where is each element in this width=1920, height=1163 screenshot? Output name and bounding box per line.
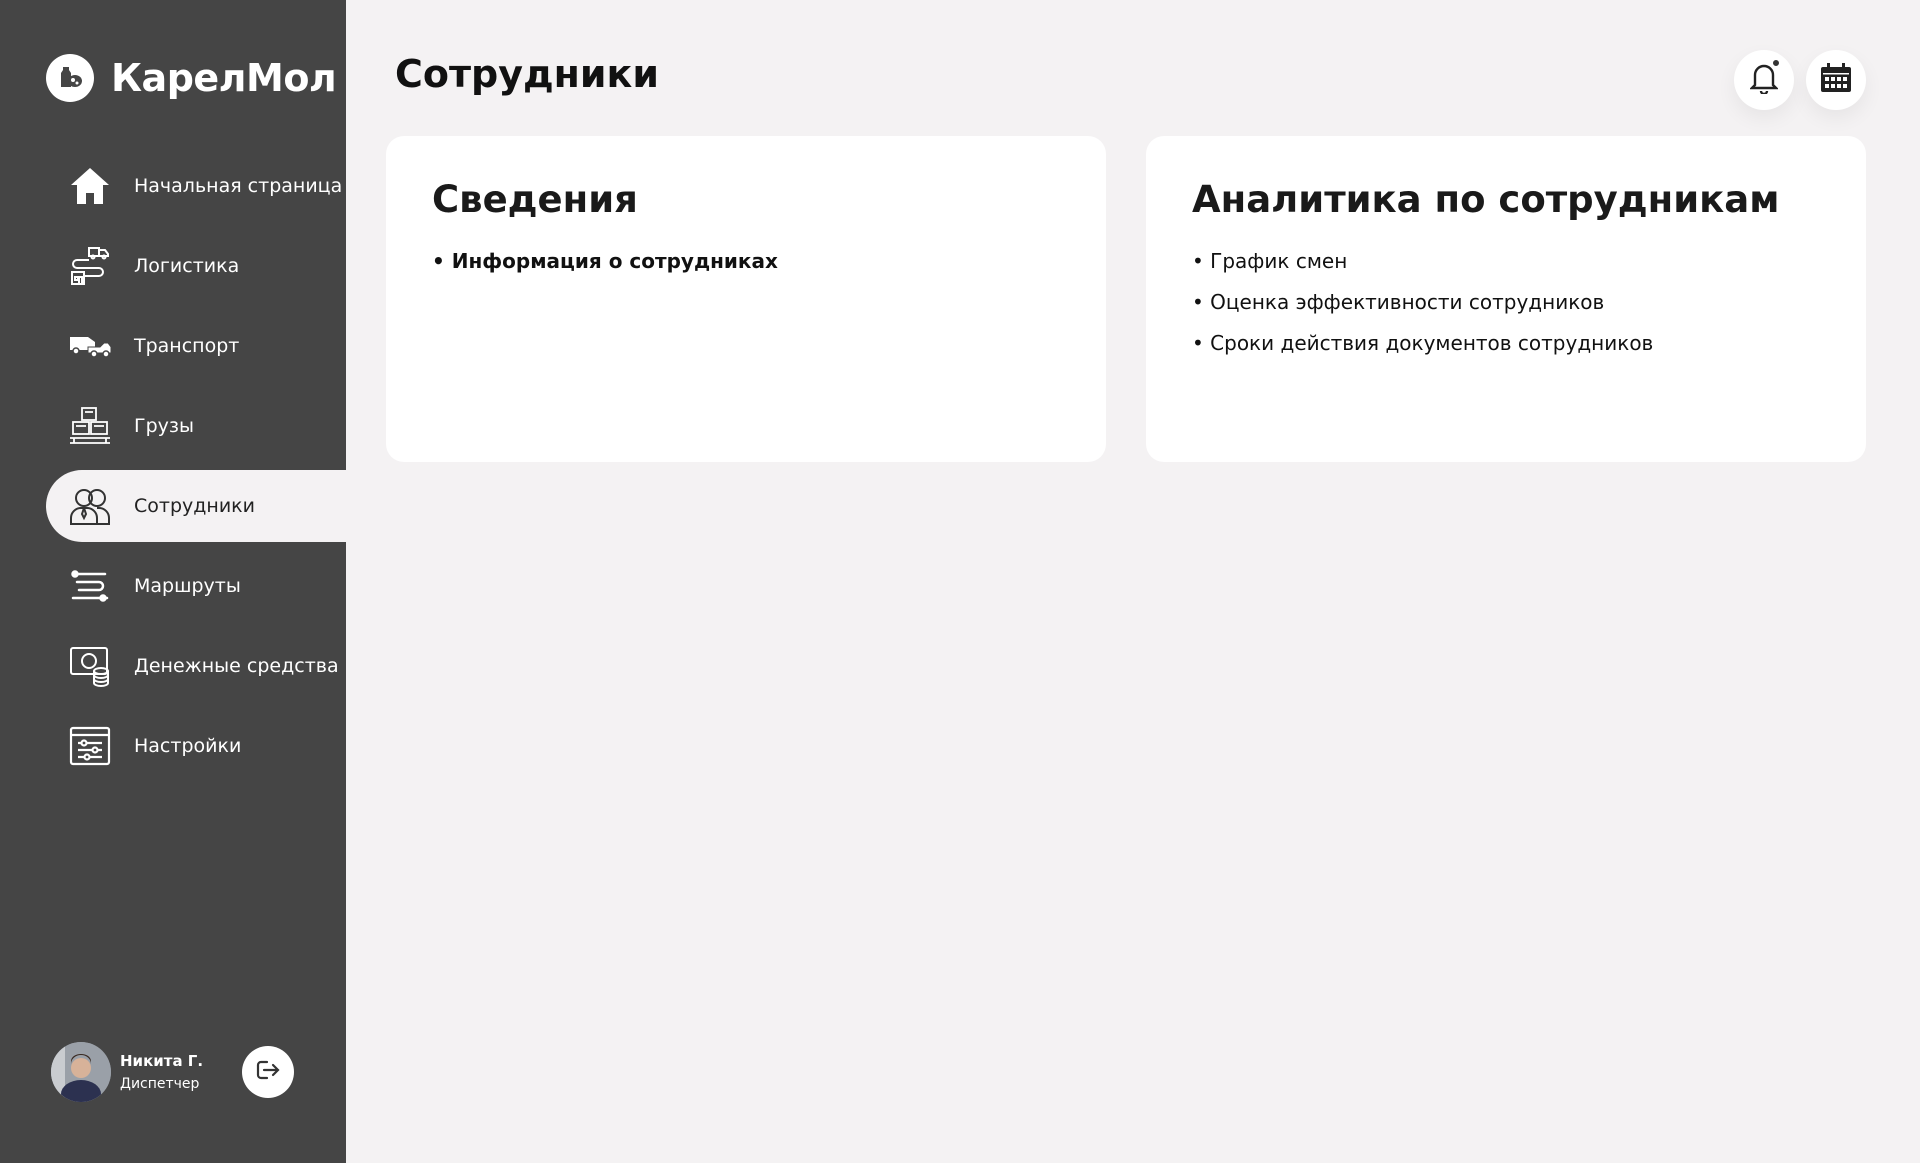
sidebar-item-label: Грузы xyxy=(134,415,194,437)
sidebar-item-label: Транспорт xyxy=(134,335,240,357)
employee-info-link[interactable]: Информация о сотрудниках xyxy=(432,241,1060,282)
avatar xyxy=(51,1042,111,1102)
notification-dot xyxy=(1772,59,1780,67)
sidebar-item-label: Денежные средства xyxy=(134,655,339,677)
sidebar-nav: Начальная страница Логистика Транспорт Г… xyxy=(0,150,346,790)
sidebar-item-label: Начальная страница xyxy=(134,175,343,197)
document-expiry-link[interactable]: Сроки действия документов сотрудников xyxy=(1192,323,1820,364)
card-links: График смен Оценка эффективности сотрудн… xyxy=(1192,241,1820,364)
sidebar-item-cargo[interactable]: Грузы xyxy=(0,390,346,462)
milk-bottle-logo-icon xyxy=(46,54,94,102)
user-role: Диспетчер xyxy=(120,1076,200,1092)
cargo-icon xyxy=(68,404,112,448)
shift-schedule-link[interactable]: График смен xyxy=(1192,241,1820,282)
sidebar-item-routes[interactable]: Маршруты xyxy=(0,550,346,622)
sidebar-item-label: Настройки xyxy=(134,735,242,757)
employees-icon xyxy=(68,484,112,528)
notifications-button[interactable] xyxy=(1734,50,1794,110)
logout-icon xyxy=(255,1059,281,1085)
sidebar-item-money[interactable]: Денежные средства xyxy=(0,630,346,702)
sidebar-item-home[interactable]: Начальная страница xyxy=(0,150,346,222)
money-icon xyxy=(68,644,112,688)
performance-link[interactable]: Оценка эффективности сотрудников xyxy=(1192,282,1820,323)
card-title: Аналитика по сотрудникам xyxy=(1192,178,1780,221)
sidebar-item-transport[interactable]: Транспорт xyxy=(0,310,346,382)
bell-icon xyxy=(1749,62,1779,98)
card-links: Информация о сотрудниках xyxy=(432,241,1060,282)
calendar-button[interactable] xyxy=(1806,50,1866,110)
page-title: Сотрудники xyxy=(395,52,659,96)
analytics-card: Аналитика по сотрудникам График смен Оце… xyxy=(1146,136,1866,462)
home-icon xyxy=(68,164,112,208)
card-title: Сведения xyxy=(432,178,638,221)
user-profile[interactable]: Никита Г. Диспетчер xyxy=(51,1042,203,1102)
settings-icon xyxy=(68,724,112,768)
calendar-icon xyxy=(1820,63,1852,97)
sidebar: КарелМол Начальная страница Логистика Тр… xyxy=(0,0,346,1163)
transport-icon xyxy=(68,324,112,368)
sidebar-item-logistics[interactable]: Логистика xyxy=(0,230,346,302)
sidebar-item-settings[interactable]: Настройки xyxy=(0,710,346,782)
routes-icon xyxy=(68,564,112,608)
logistics-icon xyxy=(68,244,112,288)
user-name: Никита Г. xyxy=(120,1052,204,1070)
info-card: Сведения Информация о сотрудниках xyxy=(386,136,1106,462)
sidebar-item-label: Маршруты xyxy=(134,575,241,597)
brand[interactable]: КарелМол xyxy=(46,52,337,104)
sidebar-item-label: Сотрудники xyxy=(134,495,255,517)
logout-button[interactable] xyxy=(242,1046,294,1098)
brand-name: КарелМол xyxy=(111,56,337,100)
sidebar-item-label: Логистика xyxy=(134,255,240,277)
sidebar-item-employees[interactable]: Сотрудники xyxy=(46,470,346,542)
